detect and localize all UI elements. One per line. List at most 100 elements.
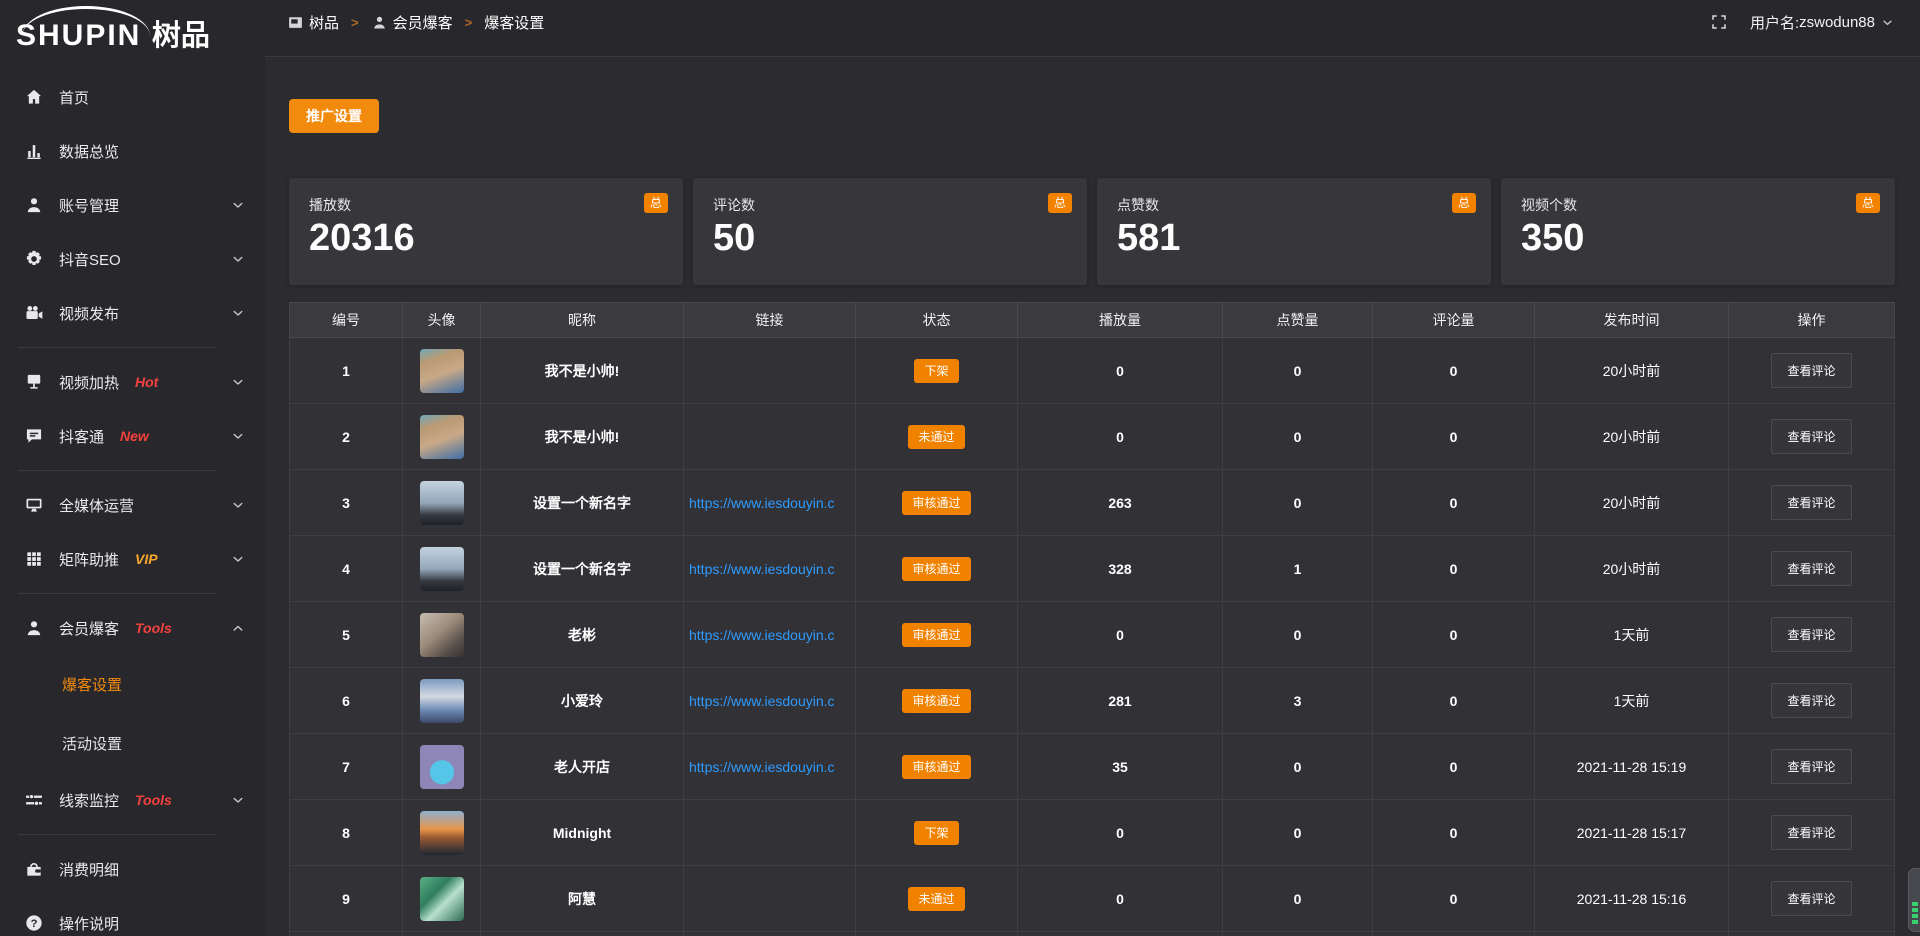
cell-actions: 查看评论	[1729, 668, 1895, 734]
cell-link	[684, 800, 856, 866]
help-icon: ?	[24, 913, 44, 933]
cell-actions: 查看评论	[1729, 734, 1895, 800]
breadcrumb-label: 树品	[309, 12, 339, 33]
sidebar-item-video-publish[interactable]: 视频发布	[0, 286, 265, 340]
cell-comments: 0	[1373, 536, 1535, 602]
cell-likes: 0	[1223, 734, 1373, 800]
sidebar-item-operation-guide[interactable]: ? 操作说明	[0, 896, 265, 936]
cell-link	[684, 866, 856, 932]
video-link[interactable]: https://www.iesdouyin.c	[684, 561, 855, 577]
sidebar-item-tag: New	[120, 428, 149, 444]
stat-card-label: 播放数	[309, 195, 663, 215]
member-icon	[24, 618, 44, 638]
cell-id: 2	[290, 404, 403, 470]
cell-plays: 328	[1018, 536, 1223, 602]
chevron-down-icon	[231, 198, 245, 212]
partial-cell	[403, 932, 481, 936]
cell-link: https://www.iesdouyin.c	[684, 536, 856, 602]
status-badge: 未通过	[908, 887, 964, 911]
chevron-down-icon	[231, 552, 245, 566]
cell-id: 6	[290, 668, 403, 734]
view-comments-button[interactable]: 查看评论	[1771, 617, 1851, 652]
sidebar-item-label: 账号管理	[59, 195, 119, 216]
sidebar-item-matrix-boost[interactable]: 矩阵助推 VIP	[0, 532, 265, 586]
cell-likes: 0	[1223, 470, 1373, 536]
sidebar-item-label: 抖音SEO	[59, 249, 121, 270]
matrix-icon	[24, 549, 44, 569]
sidebar-item-account-manage[interactable]: 账号管理	[0, 178, 265, 232]
breadcrumb-item[interactable]: 爆客设置	[484, 12, 544, 33]
fullscreen-icon[interactable]	[1710, 13, 1728, 31]
promo-settings-button[interactable]: 推广设置	[289, 99, 379, 133]
sidebar-item-data-overview[interactable]: 数据总览	[0, 124, 265, 178]
view-comments-button[interactable]: 查看评论	[1771, 749, 1851, 784]
cell-link: https://www.iesdouyin.c	[684, 668, 856, 734]
view-comments-button[interactable]: 查看评论	[1771, 815, 1851, 850]
cell-likes: 0	[1223, 404, 1373, 470]
avatar	[420, 679, 464, 723]
video-link[interactable]: https://www.iesdouyin.c	[684, 693, 855, 709]
view-comments-button[interactable]: 查看评论	[1771, 485, 1851, 520]
view-comments-button[interactable]: 查看评论	[1771, 683, 1851, 718]
view-comments-button[interactable]: 查看评论	[1771, 353, 1851, 388]
support-widget[interactable]	[1908, 868, 1920, 932]
cell-publish-time: 20小时前	[1535, 536, 1729, 602]
cell-id: 3	[290, 470, 403, 536]
sidebar-item-consume-detail[interactable]: 消费明细	[0, 842, 265, 896]
cell-comments: 0	[1373, 602, 1535, 668]
avatar	[420, 547, 464, 591]
sidebar-nav: 首页数据总览账号管理抖音SEO视频发布视频加热Hot抖客通New全媒体运营矩阵助…	[0, 70, 265, 936]
cell-publish-time: 20小时前	[1535, 404, 1729, 470]
sidebar-item-member-baoke[interactable]: 会员爆客Tools	[0, 601, 265, 655]
brand-logo-text-cn: 树品	[152, 20, 210, 52]
breadcrumb-item[interactable]: 会员爆客	[371, 12, 453, 33]
purse-icon	[24, 859, 44, 879]
sidebar-item-douketong[interactable]: 抖客通 New	[0, 409, 265, 463]
grid-icon	[287, 14, 304, 31]
view-comments-button[interactable]: 查看评论	[1771, 551, 1851, 586]
status-badge: 下架	[914, 821, 958, 845]
sidebar-item-label: 操作说明	[59, 913, 119, 934]
cell-status: 审核通过	[856, 734, 1018, 800]
video-link[interactable]: https://www.iesdouyin.c	[684, 495, 855, 511]
sidebar-item-label: 抖客通	[59, 426, 104, 447]
user-menu[interactable]: 用户名: zswodun88	[1750, 12, 1894, 33]
column-header: 点赞量	[1223, 303, 1373, 338]
cell-avatar	[403, 338, 481, 404]
sidebar-item-tag: Tools	[135, 792, 172, 808]
chevron-down-icon	[1881, 16, 1894, 29]
cell-plays: 263	[1018, 470, 1223, 536]
sidebar-item-tag: VIP	[135, 551, 158, 567]
cell-likes: 0	[1223, 338, 1373, 404]
sidebar-item-douyin-seo[interactable]: 抖音SEO	[0, 232, 265, 286]
video-link[interactable]: https://www.iesdouyin.c	[684, 627, 855, 643]
sidebar-item-media-operation[interactable]: 全媒体运营	[0, 478, 265, 532]
sidebar-subitem-baoke-settings[interactable]: 爆客设置	[0, 655, 265, 714]
breadcrumb-label: 爆客设置	[484, 12, 544, 33]
svg-text:?: ?	[31, 918, 38, 930]
stat-card: 点赞数581总	[1097, 178, 1491, 285]
view-comments-button[interactable]: 查看评论	[1771, 881, 1851, 916]
cell-comments: 0	[1373, 404, 1535, 470]
sidebar-item-video-heat[interactable]: 视频加热Hot	[0, 355, 265, 409]
sidebar-subitem-activity-settings[interactable]: 活动设置	[0, 714, 265, 773]
cell-actions: 查看评论	[1729, 602, 1895, 668]
sidebar-item-label: 矩阵助推	[59, 549, 119, 570]
sidebar-item-clue-monitor[interactable]: 线索监控 Tools	[0, 773, 265, 827]
video-link[interactable]: https://www.iesdouyin.c	[684, 759, 855, 775]
partial-cell	[1373, 932, 1535, 936]
view-comments-button[interactable]: 查看评论	[1771, 419, 1851, 454]
column-header: 链接	[684, 303, 856, 338]
table-row-partial	[290, 932, 1895, 936]
cell-status: 审核通过	[856, 470, 1018, 536]
breadcrumb-item[interactable]: 树品	[287, 12, 339, 33]
topbar-right: 用户名: zswodun88	[1710, 12, 1894, 33]
sidebar-item-label: 线索监控	[59, 790, 119, 811]
cell-status: 未通过	[856, 404, 1018, 470]
sidebar-item-label: 首页	[59, 87, 89, 108]
cell-nickname: Midnight	[481, 800, 684, 866]
stat-card-label: 视频个数	[1521, 195, 1875, 215]
partial-cell	[1535, 932, 1729, 936]
sidebar-item-home[interactable]: 首页	[0, 70, 265, 124]
cell-link: https://www.iesdouyin.c	[684, 602, 856, 668]
